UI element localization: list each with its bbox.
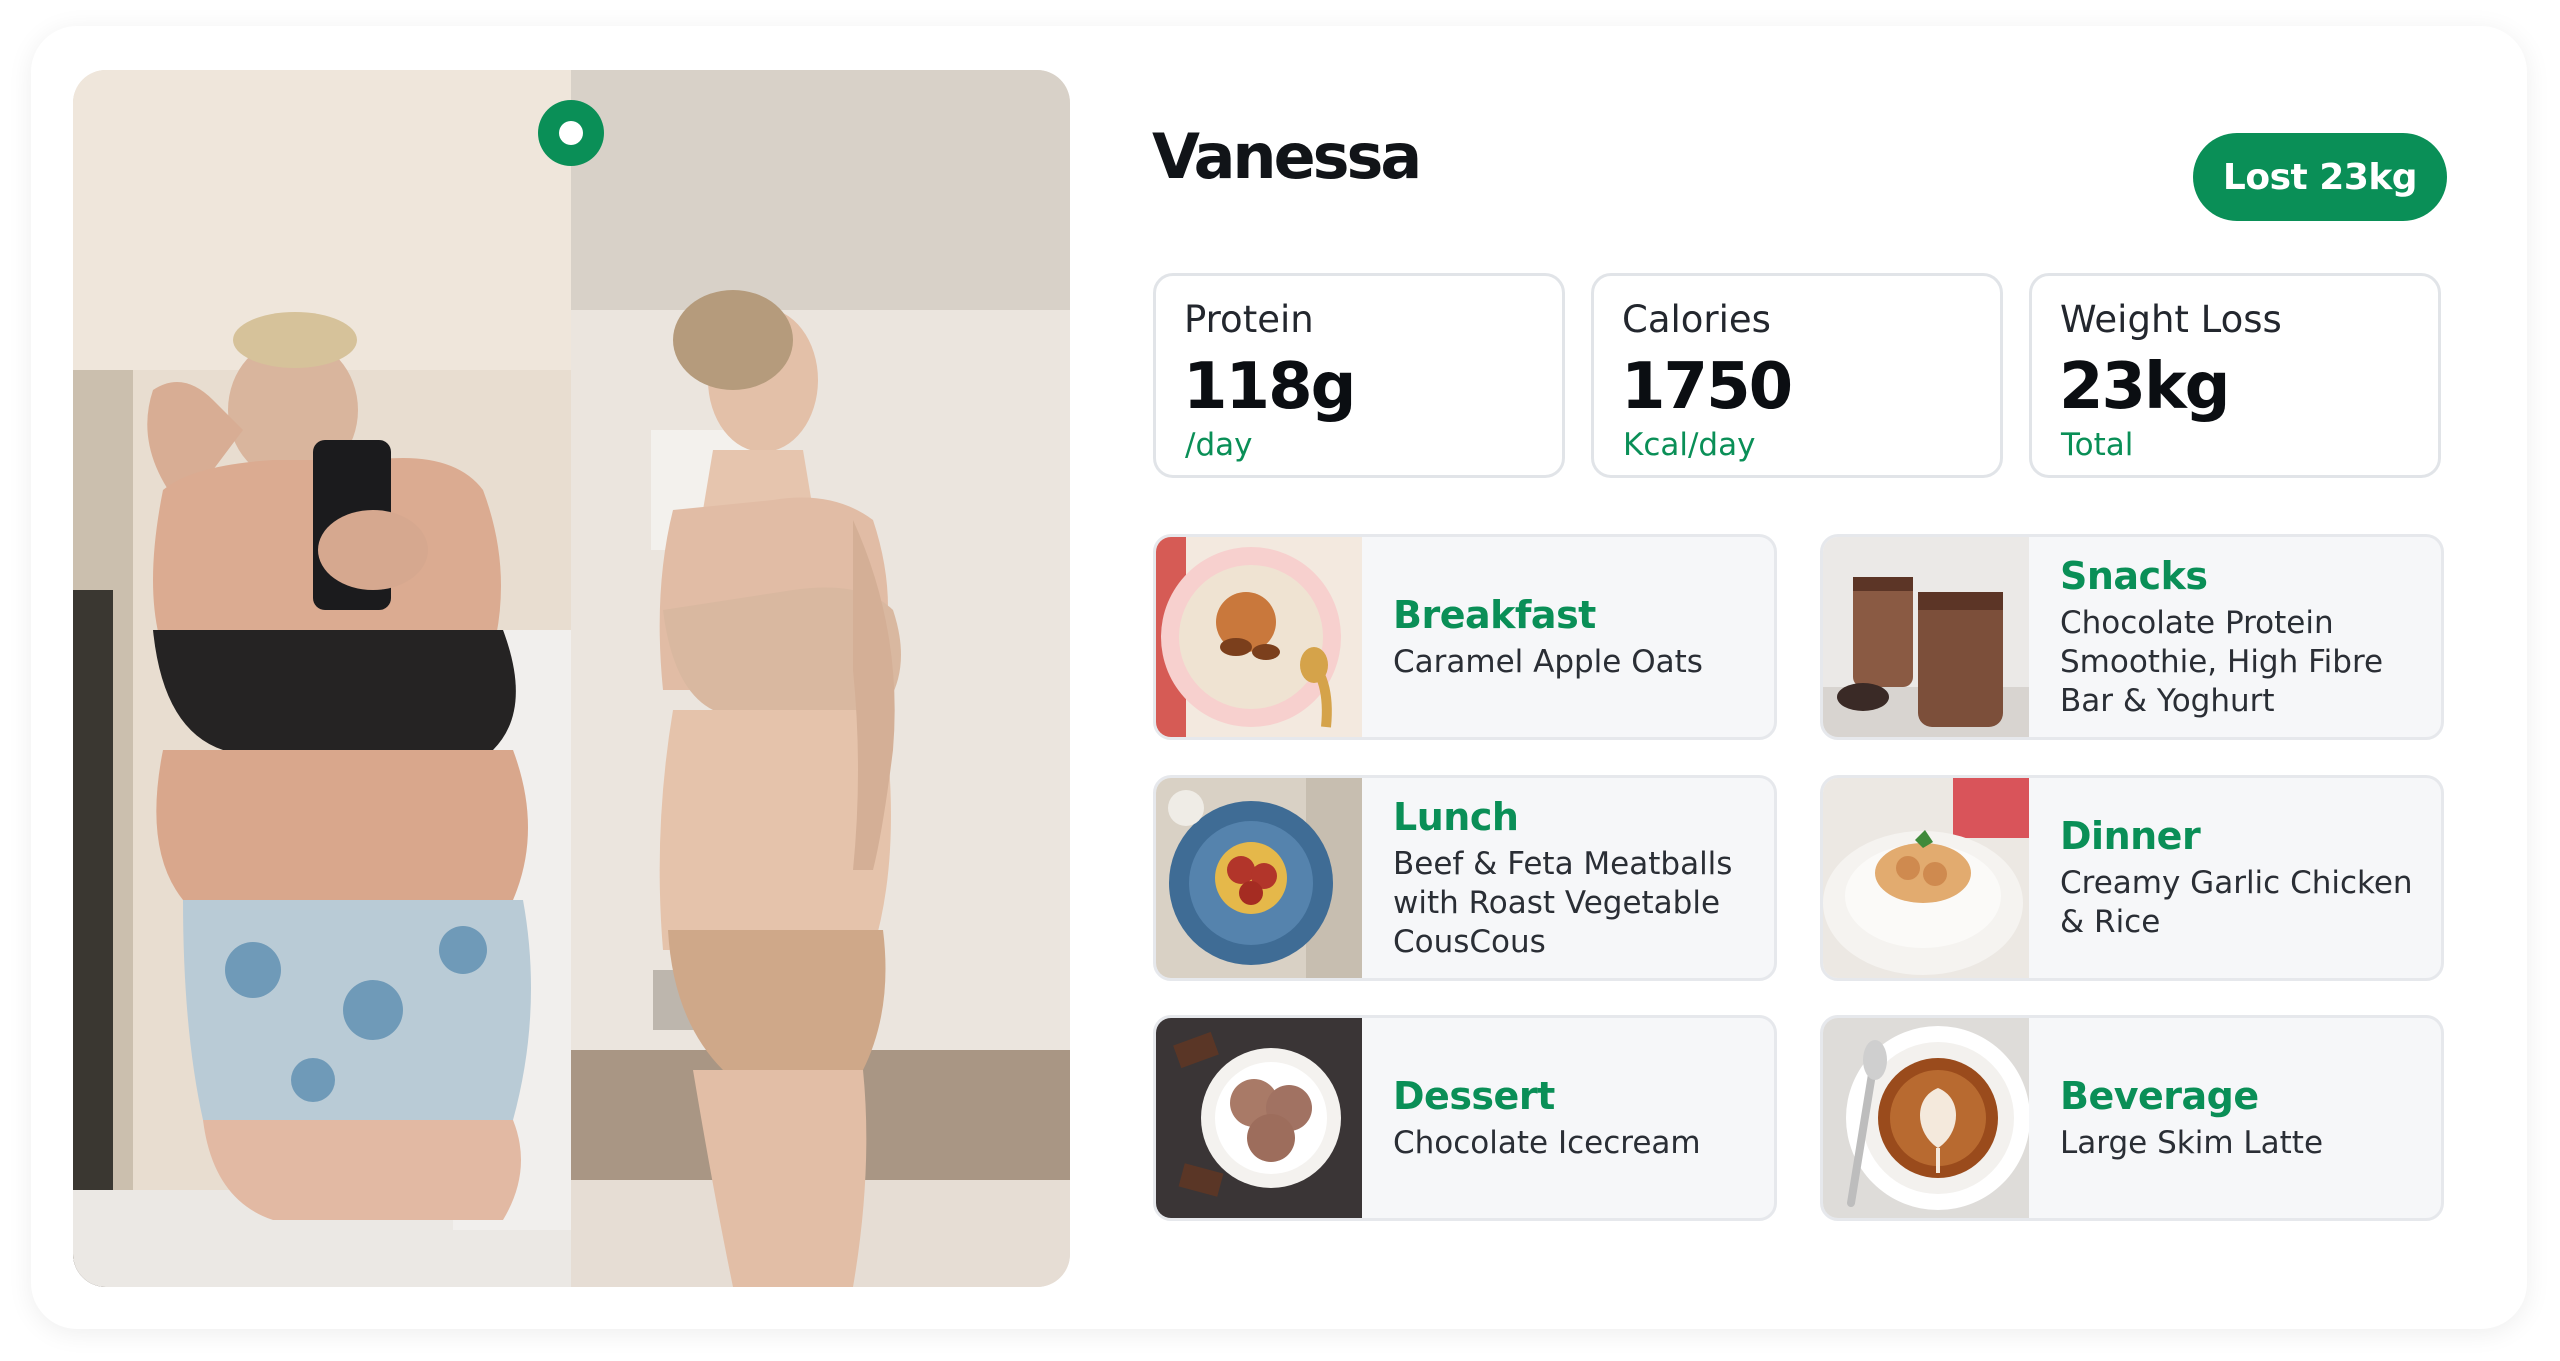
meal-description: Caramel Apple Oats [1393, 643, 1703, 680]
meal-description: Chocolate Protein Smoothie, High Fibre B… [2060, 604, 2384, 719]
skim-latte-photo [1823, 1018, 2029, 1218]
stat-value: 118g [1183, 350, 1356, 424]
stat-unit: Kcal/day [1623, 427, 1756, 463]
meal-card-dessert[interactable]: Dessert Chocolate Icecream [1153, 1015, 1777, 1221]
stat-card-protein: Protein 118g /day [1153, 273, 1565, 478]
caramel-apple-oats-photo [1156, 537, 1362, 737]
stat-value: 23kg [2059, 350, 2230, 424]
stat-unit: Total [2061, 427, 2134, 463]
meal-description: Beef & Feta Meatballs with Roast Vegetab… [1393, 845, 1733, 960]
meal-category: Beverage [2060, 1073, 2259, 1118]
ring-logo-icon [538, 100, 604, 166]
meal-description: Large Skim Latte [2060, 1124, 2324, 1161]
chocolate-icecream-photo [1156, 1018, 1362, 1218]
meal-card-snacks[interactable]: Snacks Chocolate Protein Smoothie, High … [1820, 534, 2444, 740]
client-name: Vanessa [1152, 120, 1422, 193]
weight-lost-badge: Lost 23kg [2193, 133, 2447, 221]
meatballs-couscous-photo [1156, 778, 1362, 978]
stat-label: Calories [1622, 298, 1771, 341]
before-after-photo [73, 70, 1070, 1287]
stat-unit: /day [1185, 427, 1253, 463]
meal-card-breakfast[interactable]: Breakfast Caramel Apple Oats [1153, 534, 1777, 740]
meal-card-lunch[interactable]: Lunch Beef & Feta Meatballs with Roast V… [1153, 775, 1777, 981]
meal-category: Dinner [2060, 814, 2201, 858]
meal-category: Dessert [1393, 1073, 1555, 1118]
stat-card-calories: Calories 1750 Kcal/day [1591, 273, 2003, 478]
meal-description: Creamy Garlic Chicken & Rice [2060, 865, 2413, 940]
stat-card-weight-loss: Weight Loss 23kg Total [2029, 273, 2441, 478]
stat-label: Protein [1184, 298, 1314, 341]
meal-category: Breakfast [1393, 592, 1596, 637]
meal-category: Lunch [1393, 794, 1519, 839]
meal-card-beverage[interactable]: Beverage Large Skim Latte [1820, 1015, 2444, 1221]
chocolate-smoothie-photo [1823, 537, 2029, 737]
meal-description: Chocolate Icecream [1393, 1124, 1701, 1161]
stat-label: Weight Loss [2060, 298, 2282, 341]
garlic-chicken-rice-photo [1823, 778, 2029, 978]
meal-category: Snacks [2060, 553, 2208, 598]
stat-value: 1750 [1621, 350, 1793, 424]
meal-card-dinner[interactable]: Dinner Creamy Garlic Chicken & Rice [1820, 775, 2444, 981]
